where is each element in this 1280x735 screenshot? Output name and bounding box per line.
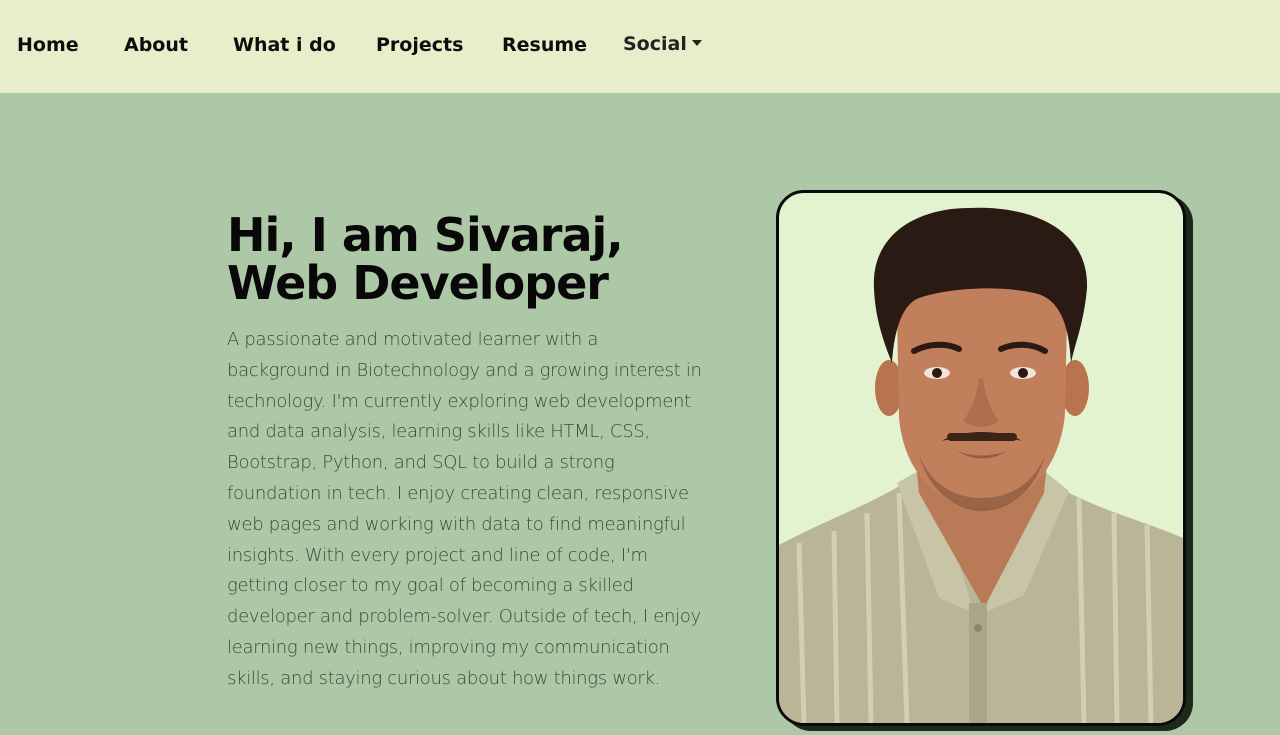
profile-photo bbox=[776, 190, 1186, 726]
hero-title-line1: Hi, I am Sivaraj, bbox=[227, 208, 624, 262]
nav-projects[interactable]: Projects bbox=[376, 32, 463, 58]
nav-resume[interactable]: Resume bbox=[502, 32, 587, 58]
nav-about[interactable]: About bbox=[124, 32, 188, 58]
nav-what-i-do[interactable]: What i do bbox=[233, 32, 336, 58]
caret-down-icon[interactable] bbox=[692, 40, 702, 46]
navbar: Home About What i do Projects Resume Soc… bbox=[0, 0, 1280, 93]
hero-title: Hi, I am Sivaraj, Web Developer bbox=[227, 211, 747, 307]
nav-home[interactable]: Home bbox=[17, 32, 79, 58]
hero-title-line2: Web Developer bbox=[227, 256, 609, 310]
hero-bio: A passionate and motivated learner with … bbox=[227, 329, 702, 689]
nav-social-dropdown[interactable]: Social bbox=[623, 31, 687, 57]
profile-photo-illustration bbox=[779, 207, 1183, 723]
